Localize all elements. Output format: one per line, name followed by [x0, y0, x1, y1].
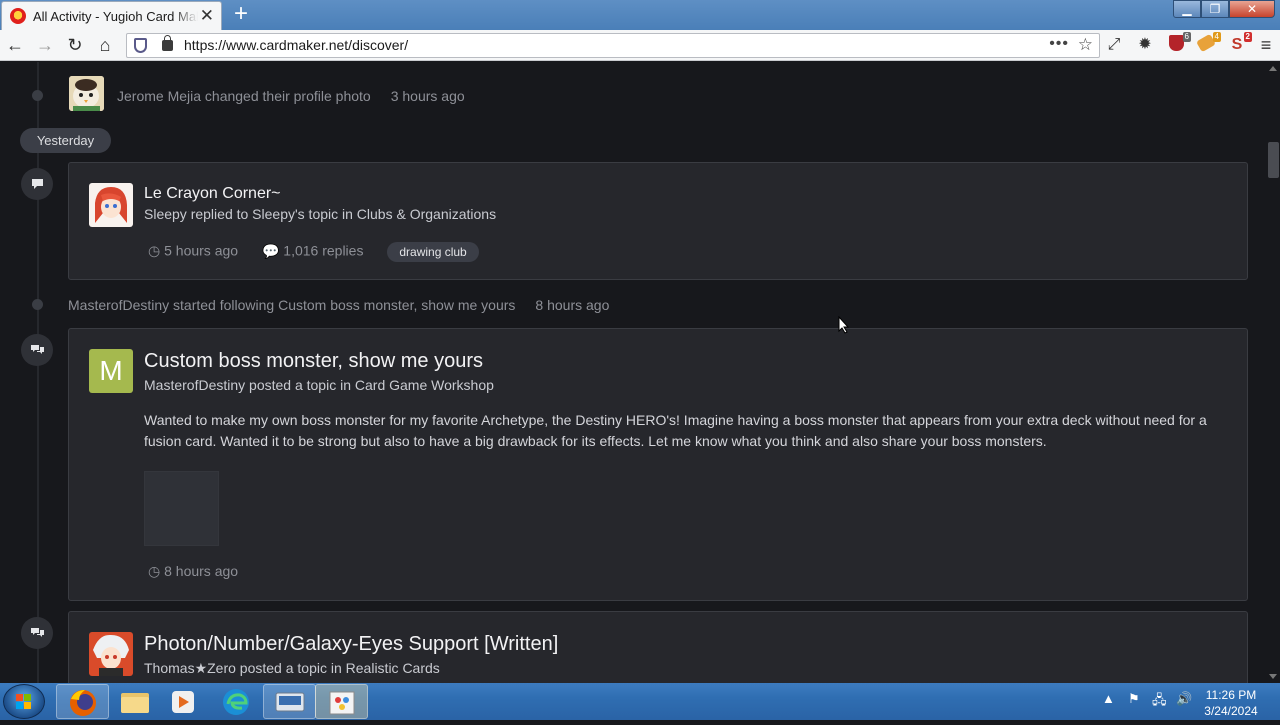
date-divider-yesterday: Yesterday: [20, 128, 111, 153]
activity-text[interactable]: MasterofDestiny started following Custom…: [68, 297, 515, 313]
home-icon[interactable]: ⌂: [94, 34, 116, 56]
topic-meta: ◷ 8 hours ago: [148, 563, 238, 580]
settings-gear-icon[interactable]: ✹: [1135, 35, 1155, 55]
avatar-letter: M: [99, 355, 123, 386]
extension-badge: 4: [1212, 32, 1221, 42]
system-clock[interactable]: 11:26 PM 3/24/2024: [1196, 687, 1266, 719]
keyboard-icon: [275, 692, 305, 712]
browser-navigation-bar: ← → ↻ ⌂ https://www.cardmaker.net/discov…: [0, 30, 1280, 61]
page-actions-menu-icon[interactable]: •••: [1049, 35, 1069, 53]
attachment-thumbnail[interactable]: [144, 471, 219, 546]
scroll-down-arrow-icon[interactable]: [1269, 674, 1277, 679]
new-tab-button[interactable]: +: [229, 2, 253, 27]
restore-button[interactable]: ❐: [1201, 0, 1229, 18]
avatar-thomas[interactable]: [89, 632, 133, 676]
tab-title: All Activity - Yugioh Card Maker Forum: [33, 8, 198, 24]
avatar-sleepy[interactable]: [89, 183, 133, 227]
tracking-protection-shield-icon[interactable]: [134, 38, 147, 53]
action-center-flag-icon[interactable]: ⚑: [1128, 691, 1140, 707]
topic-subtitle: Sleepy replied to Sleepy's topic in Club…: [144, 206, 497, 222]
topic-meta: ◷ 5 hours ago 💬 1,016 replies drawing cl…: [148, 242, 479, 262]
show-hidden-icons-icon[interactable]: ▲: [1102, 691, 1115, 706]
clock-date: 3/24/2024: [1204, 704, 1258, 718]
taskbar-edge[interactable]: [210, 684, 263, 719]
activity-text[interactable]: Jerome Mejia changed their profile photo: [117, 88, 371, 104]
media-player-icon: [172, 691, 194, 713]
topic-time: 8 hours ago: [164, 563, 239, 579]
replies-bubble-icon: 💬: [261, 242, 280, 259]
address-bar[interactable]: https://www.cardmaker.net/discover/ ••• …: [126, 33, 1100, 58]
timeline-dot: [32, 299, 43, 310]
activity-item-following: MasterofDestiny started following Custom…: [68, 297, 609, 313]
page-scrollbar[interactable]: [1266, 62, 1280, 683]
mouse-cursor-icon: [838, 316, 850, 334]
bookmark-star-icon[interactable]: ☆: [1078, 35, 1093, 55]
comments-bubble-icon: [21, 617, 53, 649]
scrollbar-thumb[interactable]: [1268, 142, 1279, 178]
edge-icon: [223, 689, 249, 715]
fullscreen-expand-icon[interactable]: ⤢: [1104, 35, 1124, 55]
topic-replies: 1,016 replies: [283, 242, 364, 259]
browser-tab-strip: ★ All Activity - Yugioh Card Maker Forum…: [0, 0, 1280, 30]
ublock-origin-icon[interactable]: 6: [1166, 32, 1191, 55]
extension-red-s-icon[interactable]: S 2: [1227, 32, 1252, 55]
volume-icon[interactable]: 🔊: [1176, 691, 1192, 707]
paint-icon: [329, 691, 355, 715]
secure-lock-icon[interactable]: [162, 35, 173, 51]
network-icon[interactable]: 🖧: [1152, 691, 1167, 713]
topic-title[interactable]: Custom boss monster, show me yours: [144, 350, 483, 373]
activity-card-custom-boss: M Custom boss monster, show me yours Mas…: [68, 328, 1248, 601]
topic-time: 5 hours ago: [164, 242, 239, 259]
browser-tab-active[interactable]: ★ All Activity - Yugioh Card Maker Forum…: [1, 1, 222, 30]
minimize-button[interactable]: ▁: [1173, 0, 1201, 18]
activity-stream: Jerome Mejia changed their profile photo…: [0, 62, 1266, 683]
close-window-button[interactable]: ✕: [1229, 0, 1275, 18]
extension-badge: 2: [1243, 32, 1252, 42]
extension-orange-icon[interactable]: 4: [1196, 32, 1221, 55]
taskbar-firefox[interactable]: [56, 684, 109, 719]
topic-subtitle: Thomas★Zero posted a topic in Realistic …: [144, 660, 440, 676]
timeline-line: [37, 62, 39, 683]
activity-card-le-crayon: Le Crayon Corner~ Sleepy replied to Slee…: [68, 162, 1248, 280]
window-controls: ▁ ❐ ✕: [1173, 0, 1275, 18]
tag-drawing-club[interactable]: drawing club: [387, 242, 479, 262]
taskbar-media-player[interactable]: [156, 684, 209, 719]
topic-subtitle: MasterofDestiny posted a topic in Card G…: [144, 377, 494, 393]
comments-bubble-icon: [21, 334, 53, 366]
scroll-up-arrow-icon[interactable]: [1269, 66, 1277, 71]
avatar-jerome[interactable]: [69, 76, 104, 111]
firefox-icon: [70, 690, 96, 716]
timeline-dot: [32, 90, 43, 101]
comment-bubble-icon: [21, 168, 53, 200]
activity-time: 3 hours ago: [390, 88, 465, 104]
clock-time: 11:26 PM: [1205, 688, 1257, 702]
hamburger-menu-icon[interactable]: ≡: [1256, 35, 1276, 55]
windows-logo-icon: [16, 694, 33, 711]
avatar-letter-m[interactable]: M: [89, 349, 133, 393]
taskbar-onscreen-keyboard[interactable]: [263, 684, 316, 719]
topic-title[interactable]: Photon/Number/Galaxy-Eyes Support [Writt…: [144, 633, 558, 656]
extension-badge: 6: [1182, 32, 1191, 42]
taskbar-paint[interactable]: [315, 684, 368, 719]
topic-excerpt: Wanted to make my own boss monster for m…: [144, 412, 1207, 449]
reload-icon[interactable]: ↻: [64, 34, 86, 56]
topic-title[interactable]: Le Crayon Corner~: [144, 185, 281, 203]
taskbar-file-explorer[interactable]: [109, 684, 162, 719]
folder-icon: [121, 693, 149, 713]
activity-time: 8 hours ago: [535, 297, 610, 313]
site-favicon-icon: ★: [10, 8, 26, 24]
start-button[interactable]: [3, 684, 45, 719]
clock-icon: ◷: [148, 563, 161, 579]
activity-item-profile-photo: Jerome Mejia changed their profile photo…: [117, 88, 465, 104]
forward-arrow-icon[interactable]: →: [34, 34, 56, 56]
tab-close-icon[interactable]: ✕: [200, 7, 214, 24]
windows-taskbar: ▲ ⚑ 🖧 🔊 11:26 PM 3/24/2024: [0, 683, 1280, 720]
url-text[interactable]: https://www.cardmaker.net/discover/: [184, 37, 408, 53]
activity-card-photon: Photon/Number/Galaxy-Eyes Support [Writt…: [68, 611, 1248, 683]
clock-icon: ◷: [148, 242, 161, 259]
back-arrow-icon[interactable]: ←: [4, 34, 26, 56]
